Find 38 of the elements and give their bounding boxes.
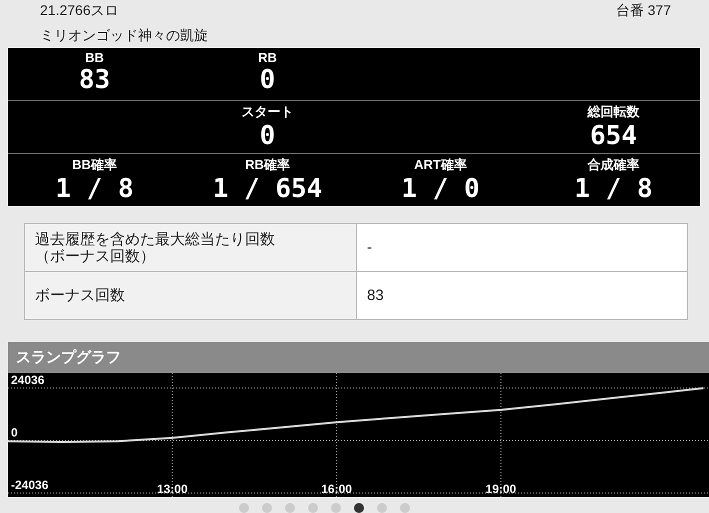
y-tick-label: 24036 xyxy=(11,373,44,387)
page-dot[interactable] xyxy=(285,503,295,513)
stat-value: 654 xyxy=(590,121,637,151)
machine-name: ミリオンゴッド神々の凱旋 xyxy=(40,26,209,44)
stat-label: BB確率 xyxy=(72,156,117,174)
stat-value: 1 / 654 xyxy=(212,174,322,204)
x-tick-label: 13:00 xyxy=(156,482,188,496)
y-tick-label: -24036 xyxy=(11,478,48,492)
stat-label: RB確率 xyxy=(245,156,290,174)
stat-value: 1 / 8 xyxy=(55,174,134,204)
page-dot[interactable] xyxy=(354,503,364,513)
table-cell: ボーナス回数 xyxy=(35,287,125,304)
stat-label: 総回転数 xyxy=(588,103,640,121)
page-dot[interactable] xyxy=(239,503,249,513)
stat-value: 1 / 8 xyxy=(574,174,653,204)
stat-label: スタート xyxy=(242,103,294,121)
page-dot[interactable] xyxy=(377,503,387,513)
stat-label: RB xyxy=(258,50,277,65)
stat-label: ART確率 xyxy=(414,156,467,174)
table-cell: 83 xyxy=(356,272,687,319)
stat-label: BB xyxy=(85,50,104,65)
page-dot[interactable] xyxy=(400,503,410,513)
x-tick-label: 19:00 xyxy=(486,482,516,496)
stat-value: 1 / 0 xyxy=(401,174,480,204)
table-cell-text: 過去履歴を含めた最大総当たり回数（ボーナス回数） xyxy=(35,230,276,264)
machine-number: 台番 377 xyxy=(616,2,671,20)
rate-label: 21.2766スロ xyxy=(40,2,120,20)
stat-label: 合成確率 xyxy=(588,156,640,174)
stat-value: 83 xyxy=(78,65,110,95)
stat-value: 0 xyxy=(260,121,276,151)
page-dot[interactable] xyxy=(331,503,341,513)
y-tick-label: 0 xyxy=(11,426,18,440)
page-dot[interactable] xyxy=(308,503,318,513)
table-cell: - xyxy=(356,224,687,271)
stat-value: 0 xyxy=(260,65,276,95)
graph-title: スランプグラフ xyxy=(8,342,709,373)
x-tick-label: 16:00 xyxy=(321,482,352,496)
page-dot[interactable] xyxy=(262,503,272,513)
